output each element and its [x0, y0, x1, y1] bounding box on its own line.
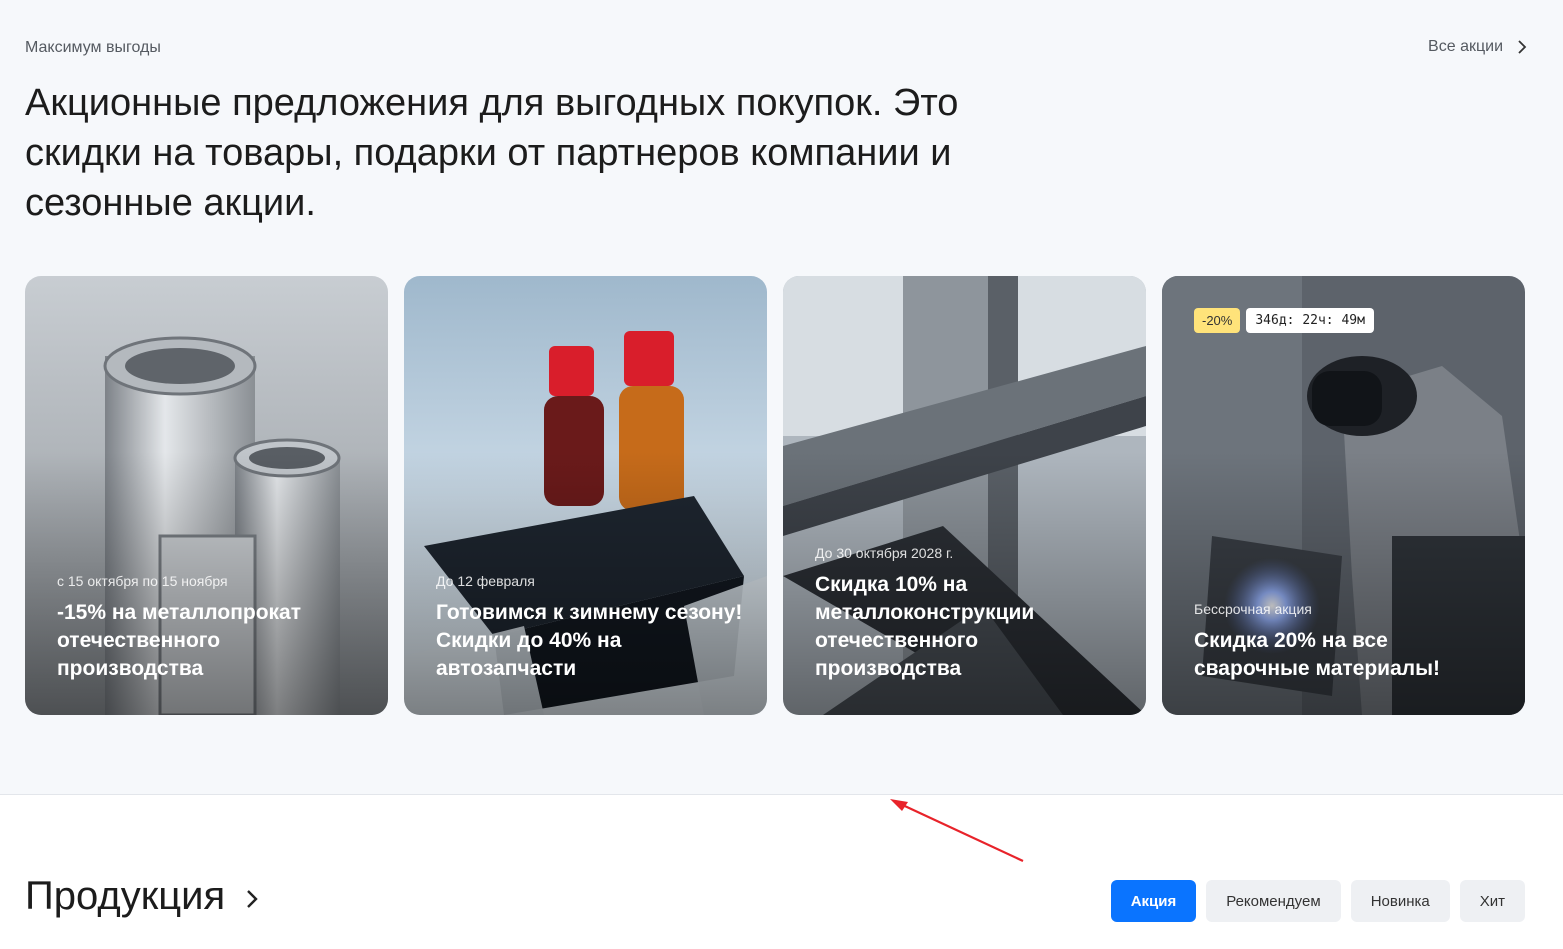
section-eyebrow: Максимум выгоды [25, 39, 161, 56]
promo-title: Готовимся к зимнему сезону! Скидки до 40… [436, 601, 743, 680]
promo-title: Скидка 20% на все сварочные материалы! [1194, 629, 1441, 680]
chevron-right-icon [247, 889, 258, 908]
promo-section: Максимум выгоды Все акции Акционные пред… [0, 0, 1563, 795]
all-promos-link[interactable]: Все акции [1428, 38, 1529, 56]
annotation-arrow-icon [890, 799, 1024, 862]
promo-title: -15% на металлопрокат отечественного про… [57, 601, 302, 680]
filter-new[interactable]: Новинка [1350, 880, 1450, 922]
filter-sale[interactable]: Акция [1110, 880, 1197, 922]
promo-date: До 12 февраля [436, 573, 535, 589]
chevron-right-icon [1518, 40, 1527, 54]
promo-card-welding[interactable]: -20% 346д: 22ч: 49м Бессрочная акция Ски… [1162, 276, 1525, 715]
product-filters: Акция Рекомендуем Новинка Хит [1110, 880, 1525, 922]
filter-hit[interactable]: Хит [1459, 880, 1525, 922]
promo-date: До 30 октября 2028 г. [815, 545, 954, 561]
filter-recommended[interactable]: Рекомендуем [1206, 880, 1341, 922]
promo-card-metal[interactable]: с 15 октября по 15 ноября -15% на металл… [25, 276, 388, 715]
promo-title: Скидка 10% на металлоконструкции отечест… [815, 573, 1035, 680]
promo-card-autoparts[interactable]: До 12 февраля Готовимся к зимнему сезону… [404, 276, 767, 715]
all-promos-label: Все акции [1428, 38, 1503, 55]
products-title: Продукция [25, 874, 226, 918]
promo-date: с 15 октября по 15 ноября [57, 573, 228, 589]
promo-card-steel[interactable]: До 30 октября 2028 г. Скидка 10% на мета… [783, 276, 1146, 715]
promo-date: Бессрочная акция [1194, 601, 1312, 617]
promo-headline: Акционные предложения для выгодных покуп… [25, 82, 959, 224]
countdown-timer: 346д: 22ч: 49м [1246, 308, 1374, 333]
products-heading[interactable]: Продукция [25, 874, 263, 919]
discount-badge: -20% [1194, 308, 1241, 333]
promo-cards: с 15 октября по 15 ноября -15% на металл… [25, 276, 1525, 715]
